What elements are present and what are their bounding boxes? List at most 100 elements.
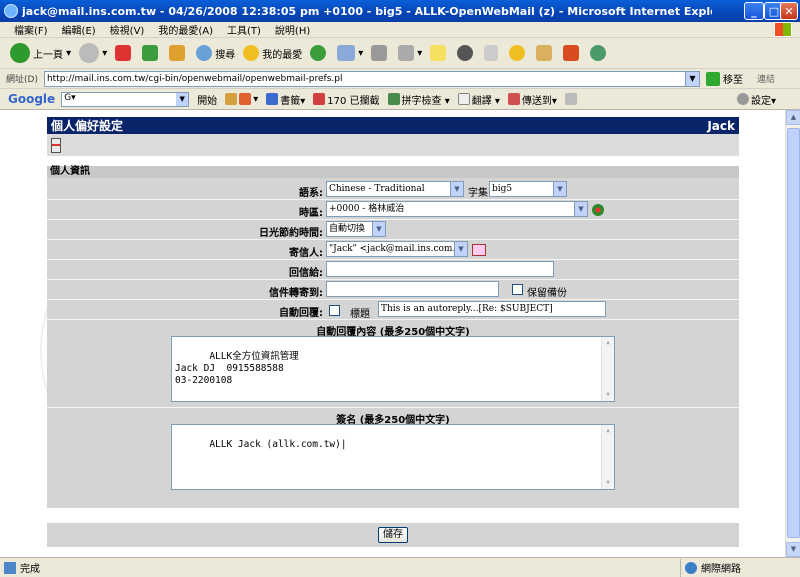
translate-icon — [457, 93, 470, 105]
google-clip-button[interactable] — [564, 93, 579, 105]
autoreply-body-textarea[interactable]: ALLK全方位資訊管理 Jack DJ 0915588588 03-220010… — [171, 336, 615, 402]
save-bar: 儲存 — [47, 523, 739, 547]
replyto-input[interactable] — [326, 261, 554, 277]
row-timezone: 時區: +0000 - 格林威治 ▼ — [47, 201, 739, 220]
mail-button[interactable]: ▾ — [337, 45, 363, 61]
autoreply-subject-input[interactable]: This is an autoreply...[Re: $SUBJECT] — [378, 301, 606, 317]
smiley-button[interactable] — [509, 45, 528, 61]
address-input[interactable]: http://mail.ins.com.tw/cgi-bin/openwebma… — [43, 70, 700, 87]
address-label: 網址(D) — [6, 75, 38, 85]
notes-button[interactable] — [430, 45, 449, 61]
timezone-select[interactable]: +0000 - 格林威治 ▼ — [326, 201, 588, 217]
menu-help[interactable]: 說明(H) — [275, 22, 310, 37]
history-icon — [310, 45, 327, 61]
window-titlebar: jack@mail.ins.com.tw - 04/26/2008 12:38:… — [0, 0, 800, 22]
menu-file[interactable]: 檔案(F) — [14, 22, 48, 37]
address-url: http://mail.ins.com.tw/cgi-bin/openwebma… — [46, 73, 343, 84]
search-button[interactable]: 搜尋 — [196, 45, 235, 61]
chevron-down-icon: ▼ — [450, 182, 463, 196]
refresh-icon — [142, 45, 159, 61]
star-icon — [266, 93, 279, 105]
messenger-button[interactable] — [457, 45, 476, 61]
google-tool-button[interactable]: ▾ — [225, 93, 258, 105]
scroll-thumb[interactable] — [787, 128, 800, 538]
google-popup-blocked[interactable]: 170 已攔截 — [313, 92, 380, 107]
research-button[interactable] — [484, 45, 501, 61]
status-bar: 完成 網際網路 — [0, 557, 800, 577]
ie-icon — [4, 4, 18, 18]
menu-edit[interactable]: 編輯(E) — [62, 22, 96, 37]
google-settings-button[interactable]: 設定▾ — [736, 92, 776, 107]
google-send-button[interactable]: 傳送到▾ — [507, 92, 557, 107]
stop-icon — [115, 45, 132, 61]
popup-blocker-icon — [313, 93, 326, 105]
menu-favorites[interactable]: 我的最愛(A) — [158, 22, 213, 37]
favorites-button[interactable]: 我的最愛 — [243, 45, 302, 61]
spellcheck-icon — [387, 93, 400, 105]
windows-logo-icon — [774, 22, 792, 37]
save-button[interactable]: 儲存 — [378, 527, 408, 543]
star-icon — [243, 45, 260, 61]
page-scrollbar[interactable]: ▲ ▼ — [785, 110, 800, 557]
textarea-scrollbar[interactable] — [601, 425, 614, 489]
forward-button[interactable]: ▾ — [79, 43, 107, 63]
scroll-up-button[interactable]: ▲ — [786, 110, 800, 125]
go-button[interactable]: 移至 — [705, 71, 743, 86]
autoreply-checkbox[interactable] — [329, 305, 340, 316]
stop-button[interactable] — [115, 45, 134, 61]
language-select[interactable]: Chinese - Traditional ▼ — [326, 181, 464, 197]
forward-arrow-icon — [79, 43, 100, 63]
print-button[interactable] — [371, 45, 390, 61]
google-logo[interactable]: Google — [8, 92, 55, 106]
row-language: 語系: Chinese - Traditional ▼ 字集 big5 ▼ — [47, 181, 739, 200]
printer-icon — [371, 45, 388, 61]
timezone-globe-icon[interactable] — [592, 204, 604, 216]
back-button[interactable]: 上一頁 ▾ — [10, 43, 71, 63]
keep-copy-checkbox[interactable] — [512, 284, 523, 295]
address-dropdown[interactable]: ▼ — [684, 71, 699, 86]
google-search-input[interactable]: G▾ ▼ — [61, 91, 190, 107]
chevron-down-icon: ▼ — [372, 222, 385, 236]
edit-button[interactable]: ▾ — [398, 45, 422, 61]
back-arrow-icon — [10, 43, 30, 63]
tool-button-b[interactable] — [563, 45, 582, 61]
tool-button-a[interactable] — [536, 45, 555, 61]
google-search-dropdown[interactable]: ▼ — [176, 92, 189, 106]
close-button[interactable]: ✕ — [780, 2, 798, 20]
history-button[interactable] — [310, 45, 329, 61]
google-start-button[interactable]: 開始 — [197, 92, 217, 107]
people-icon — [590, 45, 607, 61]
keep-copy-label: 保留備份 — [527, 288, 567, 299]
menu-bar: 檔案(F) 編輯(E) 檢視(V) 我的最愛(A) 工具(T) 說明(H) — [0, 22, 800, 38]
minimize-button[interactable]: _ — [744, 2, 764, 20]
dst-select[interactable]: 自動切換 ▼ — [326, 221, 386, 237]
edit-from-icon[interactable] — [472, 244, 486, 256]
tool-button-c[interactable] — [590, 45, 609, 61]
messenger-icon — [457, 45, 474, 61]
charset-select[interactable]: big5 ▼ — [489, 181, 567, 197]
search-icon — [196, 45, 213, 61]
page-title: 個人偏好設定 — [51, 119, 124, 133]
google-translate-button[interactable]: 翻譯 ▾ — [457, 92, 500, 107]
signature-textarea[interactable]: ALLK Jack (allk.com.tw)| — [171, 424, 615, 490]
autoreply-subject-label: 標題 — [350, 309, 370, 320]
page-header: 個人偏好設定 Jack — [47, 117, 739, 134]
row-autoreply: 自動回覆: 標題 This is an autoreply...[Re: $SU… — [47, 301, 739, 320]
refresh-button[interactable] — [142, 45, 161, 61]
dst-label: 日光節約時間: — [259, 228, 323, 239]
scroll-down-button[interactable]: ▼ — [786, 542, 800, 557]
row-dst: 日光節約時間: 自動切換 ▼ — [47, 221, 739, 240]
google-spellcheck-button[interactable]: 拼字檢查 ▾ — [387, 92, 450, 107]
forward-input[interactable] — [326, 281, 499, 297]
textarea-scrollbar[interactable] — [601, 337, 614, 401]
back-to-mail-icon[interactable] — [51, 137, 61, 153]
from-select[interactable]: "Jack" <jack@mail.ins.com.tw> ▼ — [326, 241, 468, 257]
menu-view[interactable]: 檢視(V) — [110, 22, 145, 37]
chevron-down-icon: ▼ — [454, 242, 467, 256]
links-label[interactable]: 連結 — [757, 72, 775, 85]
address-bar: 網址(D) http://mail.ins.com.tw/cgi-bin/ope… — [0, 69, 800, 89]
browser-toolbar: 上一頁 ▾ ▾ 搜尋 我的最愛 ▾ ▾ — [0, 38, 800, 69]
menu-tools[interactable]: 工具(T) — [227, 22, 261, 37]
home-button[interactable] — [169, 45, 188, 61]
google-bookmarks-button[interactable]: 書籤▾ — [266, 92, 305, 107]
